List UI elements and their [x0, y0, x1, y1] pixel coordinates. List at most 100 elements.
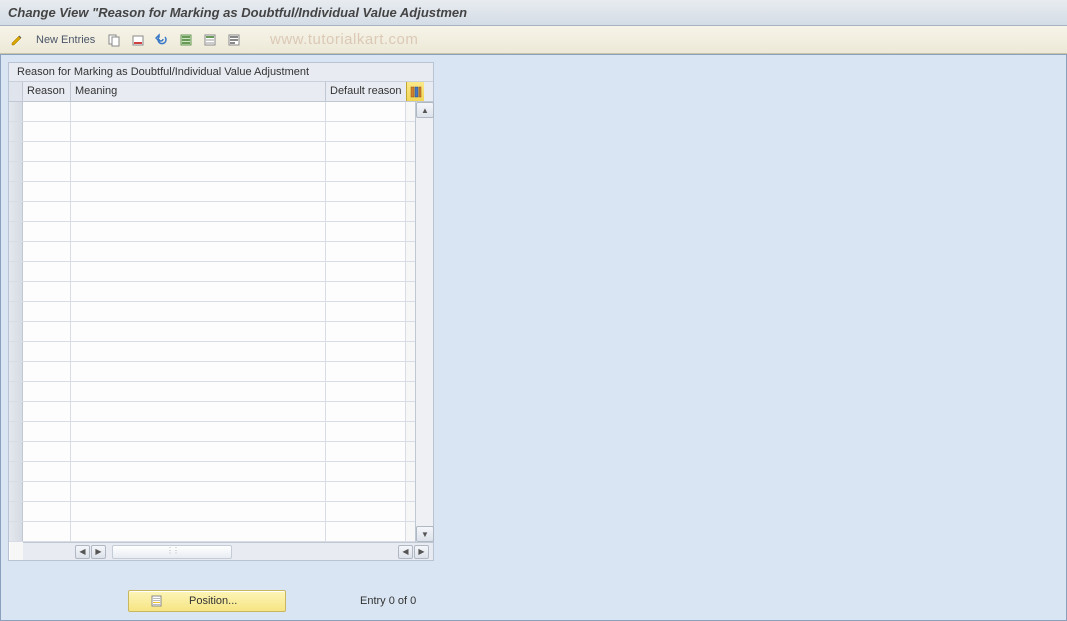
row-handle[interactable] — [9, 142, 23, 161]
cell-reason[interactable] — [23, 222, 71, 241]
table-row[interactable] — [9, 102, 415, 122]
cell-meaning[interactable] — [71, 402, 326, 421]
cell-meaning[interactable] — [71, 462, 326, 481]
cell-default[interactable] — [326, 162, 406, 181]
row-handle[interactable] — [9, 242, 23, 261]
scroll-down-icon[interactable]: ▼ — [416, 526, 434, 542]
table-row[interactable] — [9, 502, 415, 522]
cell-default[interactable] — [326, 282, 406, 301]
cell-meaning[interactable] — [71, 502, 326, 521]
row-handle[interactable] — [9, 402, 23, 421]
cell-meaning[interactable] — [71, 382, 326, 401]
cell-reason[interactable] — [23, 102, 71, 121]
cell-reason[interactable] — [23, 502, 71, 521]
vertical-scrollbar[interactable]: ▲ ▼ — [415, 102, 433, 542]
position-button[interactable]: Position... — [128, 590, 286, 612]
configure-columns-icon[interactable] — [406, 82, 424, 101]
cell-reason[interactable] — [23, 162, 71, 181]
deselect-all-icon[interactable] — [201, 31, 219, 49]
column-header-default[interactable]: Default reason — [326, 82, 406, 101]
row-handle[interactable] — [9, 282, 23, 301]
cell-reason[interactable] — [23, 282, 71, 301]
change-icon[interactable] — [8, 31, 26, 49]
cell-default[interactable] — [326, 342, 406, 361]
table-row[interactable] — [9, 182, 415, 202]
cell-default[interactable] — [326, 122, 406, 141]
row-handle[interactable] — [9, 422, 23, 441]
table-row[interactable] — [9, 402, 415, 422]
cell-reason[interactable] — [23, 182, 71, 201]
column-header-reason[interactable]: Reason — [23, 82, 71, 101]
cell-meaning[interactable] — [71, 302, 326, 321]
table-row[interactable] — [9, 422, 415, 442]
cell-meaning[interactable] — [71, 122, 326, 141]
cell-default[interactable] — [326, 502, 406, 521]
cell-default[interactable] — [326, 202, 406, 221]
row-handle[interactable] — [9, 202, 23, 221]
cell-meaning[interactable] — [71, 482, 326, 501]
horizontal-scrollbar[interactable]: ◀ ▶ ◀ ▶ — [23, 542, 433, 560]
row-handle[interactable] — [9, 362, 23, 381]
cell-default[interactable] — [326, 382, 406, 401]
column-header-meaning[interactable]: Meaning — [71, 82, 326, 101]
table-row[interactable] — [9, 262, 415, 282]
table-row[interactable] — [9, 202, 415, 222]
table-row[interactable] — [9, 242, 415, 262]
scroll-left-end-icon[interactable]: ◀ — [398, 545, 413, 559]
cell-reason[interactable] — [23, 462, 71, 481]
cell-reason[interactable] — [23, 202, 71, 221]
table-row[interactable] — [9, 462, 415, 482]
row-handle[interactable] — [9, 522, 23, 541]
table-row[interactable] — [9, 322, 415, 342]
cell-default[interactable] — [326, 142, 406, 161]
cell-reason[interactable] — [23, 122, 71, 141]
cell-default[interactable] — [326, 442, 406, 461]
delete-icon[interactable] — [129, 31, 147, 49]
cell-reason[interactable] — [23, 342, 71, 361]
scroll-right-icon[interactable]: ▶ — [91, 545, 106, 559]
scroll-right-end-icon[interactable]: ▶ — [414, 545, 429, 559]
cell-default[interactable] — [326, 522, 406, 541]
cell-meaning[interactable] — [71, 442, 326, 461]
table-row[interactable] — [9, 162, 415, 182]
scroll-thumb[interactable] — [112, 545, 232, 559]
cell-meaning[interactable] — [71, 102, 326, 121]
cell-default[interactable] — [326, 322, 406, 341]
row-handle[interactable] — [9, 162, 23, 181]
cell-meaning[interactable] — [71, 422, 326, 441]
cell-meaning[interactable] — [71, 182, 326, 201]
table-row[interactable] — [9, 122, 415, 142]
table-row[interactable] — [9, 522, 415, 542]
cell-default[interactable] — [326, 362, 406, 381]
cell-default[interactable] — [326, 262, 406, 281]
cell-meaning[interactable] — [71, 322, 326, 341]
undo-icon[interactable] — [153, 31, 171, 49]
cell-default[interactable] — [326, 302, 406, 321]
cell-reason[interactable] — [23, 362, 71, 381]
row-handle[interactable] — [9, 222, 23, 241]
table-row[interactable] — [9, 382, 415, 402]
row-handle[interactable] — [9, 102, 23, 121]
cell-reason[interactable] — [23, 482, 71, 501]
scroll-left-icon[interactable]: ◀ — [75, 545, 90, 559]
table-row[interactable] — [9, 342, 415, 362]
cell-default[interactable] — [326, 222, 406, 241]
cell-reason[interactable] — [23, 402, 71, 421]
cell-reason[interactable] — [23, 142, 71, 161]
cell-meaning[interactable] — [71, 342, 326, 361]
cell-default[interactable] — [326, 402, 406, 421]
scroll-track[interactable] — [416, 118, 433, 526]
cell-reason[interactable] — [23, 262, 71, 281]
cell-meaning[interactable] — [71, 142, 326, 161]
cell-meaning[interactable] — [71, 522, 326, 541]
cell-meaning[interactable] — [71, 242, 326, 261]
row-handle[interactable] — [9, 322, 23, 341]
select-all-icon[interactable] — [177, 31, 195, 49]
copy-icon[interactable] — [105, 31, 123, 49]
print-icon[interactable] — [225, 31, 243, 49]
row-handle[interactable] — [9, 122, 23, 141]
row-handle[interactable] — [9, 382, 23, 401]
cell-meaning[interactable] — [71, 162, 326, 181]
table-row[interactable] — [9, 142, 415, 162]
cell-meaning[interactable] — [71, 362, 326, 381]
